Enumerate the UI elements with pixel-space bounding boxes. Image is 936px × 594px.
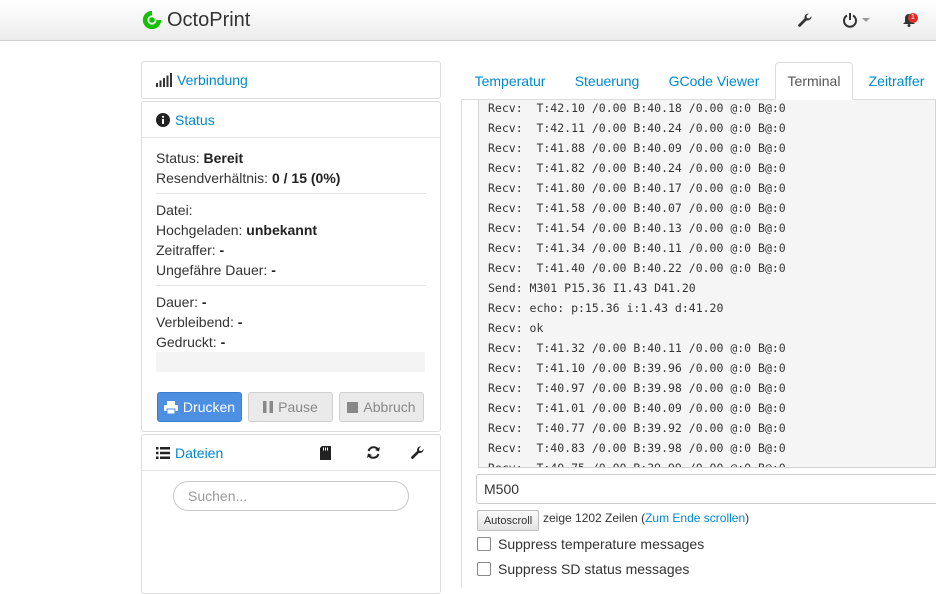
- terminal-lines-count: zeige 1202 Zeilen: [543, 511, 638, 525]
- cancel-button-label: Abbruch: [363, 399, 416, 415]
- brand-name: OctoPrint: [167, 8, 251, 31]
- files-panel: Dateien: [141, 434, 441, 594]
- terminal-line: Recv: T:40.75 /0.00 B:39.99 /0.00 @:0 B@…: [488, 461, 786, 468]
- info-circle-icon: [156, 112, 170, 127]
- tab-temperatur[interactable]: Temperatur: [462, 62, 558, 100]
- terminal-line: Recv: T:40.77 /0.00 B:39.92 /0.00 @:0 B@…: [488, 421, 786, 435]
- terminal-line: Recv: T:40.97 /0.00 B:39.98 /0.00 @:0 B@…: [488, 381, 786, 395]
- files-header[interactable]: Dateien: [142, 435, 440, 471]
- power-icon[interactable]: [842, 11, 871, 29]
- sd-card-icon[interactable]: [320, 446, 331, 465]
- status-uploaded: Hochgeladen: unbekannt: [156, 222, 317, 238]
- refresh-icon[interactable]: [366, 445, 381, 465]
- terminal-line: Send: M301 P15.36 I1.43 D41.20: [488, 281, 696, 295]
- suppress-sd-option[interactable]: Suppress SD status messages: [477, 561, 689, 577]
- status-duration-value: -: [201, 294, 207, 310]
- terminal-line: Recv: T:42.10 /0.00 B:40.18 /0.00 @:0 B@…: [488, 101, 786, 115]
- printer-icon: [163, 400, 178, 414]
- status-uploaded-value: unbekannt: [246, 222, 318, 238]
- terminal-line: Recv: echo: p:15.36 i:1.43 d:41.20: [488, 301, 724, 315]
- stop-icon: [347, 401, 359, 413]
- status-state-value: Bereit: [203, 150, 244, 166]
- terminal-line: Recv: T:41.01 /0.00 B:40.09 /0.00 @:0 B@…: [488, 401, 786, 415]
- terminal-line: Recv: T:41.32 /0.00 B:40.11 /0.00 @:0 B@…: [488, 341, 786, 355]
- status-printed-value: -: [220, 334, 226, 350]
- status-estimate: Ungefähre Dauer: -: [156, 262, 276, 278]
- status-remaining-label: Verbleibend:: [156, 314, 234, 330]
- tab-steuerung[interactable]: Steuerung: [562, 62, 652, 100]
- wrench-icon[interactable]: [410, 445, 425, 465]
- status-header[interactable]: Status: [142, 102, 440, 138]
- status-file-label: Datei:: [156, 202, 193, 218]
- status-duration-label: Dauer:: [156, 294, 199, 310]
- wrench-icon[interactable]: [797, 11, 813, 29]
- terminal-line: Recv: ok: [488, 321, 544, 335]
- cancel-button[interactable]: Abbruch: [339, 392, 424, 422]
- content-border: [461, 99, 462, 588]
- terminal-line: Recv: T:41.10 /0.00 B:39.96 /0.00 @:0 B@…: [488, 361, 786, 375]
- status-estimate-label: Ungefähre Dauer:: [156, 262, 268, 278]
- print-button[interactable]: Drucken: [157, 392, 242, 422]
- status-estimate-value: -: [271, 262, 276, 278]
- file-search-input[interactable]: [173, 481, 409, 511]
- chevron-down-icon: [862, 18, 870, 22]
- status-resend-label: Resendverhältnis:: [156, 170, 269, 186]
- connection-title: Verbindung: [177, 72, 248, 88]
- status-duration: Dauer: -: [156, 294, 207, 310]
- suppress-sd-checkbox[interactable]: [477, 562, 491, 576]
- status-remaining: Verbleibend: -: [156, 314, 242, 330]
- suppress-sd-label: Suppress SD status messages: [498, 561, 690, 577]
- status-file: Datei:: [156, 202, 193, 218]
- brand[interactable]: OctoPrint: [141, 8, 250, 32]
- tab-terminal[interactable]: Terminal: [775, 62, 853, 100]
- scroll-to-end-link[interactable]: Zum Ende scrollen: [645, 511, 745, 525]
- suppress-temperature-label: Suppress temperature messages: [498, 536, 705, 552]
- terminal-line: Recv: T:41.34 /0.00 B:40.11 /0.00 @:0 B@…: [488, 241, 786, 255]
- terminal-command-input[interactable]: [476, 474, 936, 504]
- terminal-line-info: zeige 1202 Zeilen (Zum Ende scrollen): [543, 511, 750, 525]
- status-resend: Resendverhältnis: 0 / 15 (0%): [156, 170, 340, 186]
- autoscroll-button[interactable]: Autoscroll: [477, 510, 539, 531]
- status-resend-value: 0 / 15 (0%): [271, 170, 341, 186]
- print-button-label: Drucken: [182, 399, 236, 415]
- terminal-line: Recv: T:41.40 /0.00 B:40.22 /0.00 @:0 B@…: [488, 261, 786, 275]
- status-printed-label: Gedruckt:: [156, 334, 217, 350]
- tab-gcode-viewer[interactable]: GCode Viewer: [656, 62, 772, 100]
- pause-button[interactable]: Pause: [248, 392, 333, 422]
- status-state: Status: Bereit: [156, 150, 243, 166]
- navbar: OctoPrint 1: [0, 0, 936, 41]
- pause-icon: [263, 401, 274, 413]
- status-printed: Gedruckt: -: [156, 334, 225, 350]
- octoprint-logo-icon: [142, 10, 162, 30]
- divider: [156, 193, 426, 194]
- connection-panel: Verbindung: [141, 61, 441, 99]
- files-title: Dateien: [175, 444, 224, 461]
- terminal-line: Recv: T:42.11 /0.00 B:40.24 /0.00 @:0 B@…: [488, 121, 786, 135]
- status-uploaded-label: Hochgeladen:: [156, 222, 243, 238]
- status-state-label: Status:: [156, 150, 200, 166]
- terminal-line: Recv: T:41.80 /0.00 B:40.17 /0.00 @:0 B@…: [488, 181, 786, 195]
- divider: [156, 285, 426, 286]
- signal-icon: [156, 73, 172, 87]
- status-remaining-value: -: [237, 314, 243, 330]
- print-progress-bar: [156, 352, 425, 372]
- terminal-line: Recv: T:41.88 /0.00 B:40.09 /0.00 @:0 B@…: [488, 141, 786, 155]
- connection-header[interactable]: Verbindung: [142, 62, 440, 98]
- suppress-temperature-option[interactable]: Suppress temperature messages: [477, 536, 704, 552]
- pause-button-label: Pause: [278, 399, 318, 415]
- status-timelapse-label: Zeitraffer:: [156, 242, 216, 258]
- tab-zeitraffer[interactable]: Zeitraffer: [857, 62, 936, 100]
- status-timelapse-value: -: [219, 242, 225, 258]
- notification-badge: 1: [908, 13, 918, 23]
- terminal-line: Recv: T:41.82 /0.00 B:40.24 /0.00 @:0 B@…: [488, 161, 786, 175]
- suppress-temperature-checkbox[interactable]: [477, 537, 491, 551]
- status-title: Status: [175, 111, 215, 128]
- list-icon: [156, 446, 170, 459]
- status-timelapse: Zeitraffer: -: [156, 242, 224, 258]
- terminal-line: Recv: T:40.83 /0.00 B:39.98 /0.00 @:0 B@…: [488, 441, 786, 455]
- terminal-output[interactable]: Recv: T:42.10 /0.00 B:40.18 /0.00 @:0 B@…: [478, 100, 936, 468]
- terminal-lines: Recv: T:42.10 /0.00 B:40.18 /0.00 @:0 B@…: [488, 100, 786, 468]
- terminal-line: Recv: T:41.54 /0.00 B:40.13 /0.00 @:0 B@…: [488, 221, 786, 235]
- terminal-line: Recv: T:41.58 /0.00 B:40.07 /0.00 @:0 B@…: [488, 201, 786, 215]
